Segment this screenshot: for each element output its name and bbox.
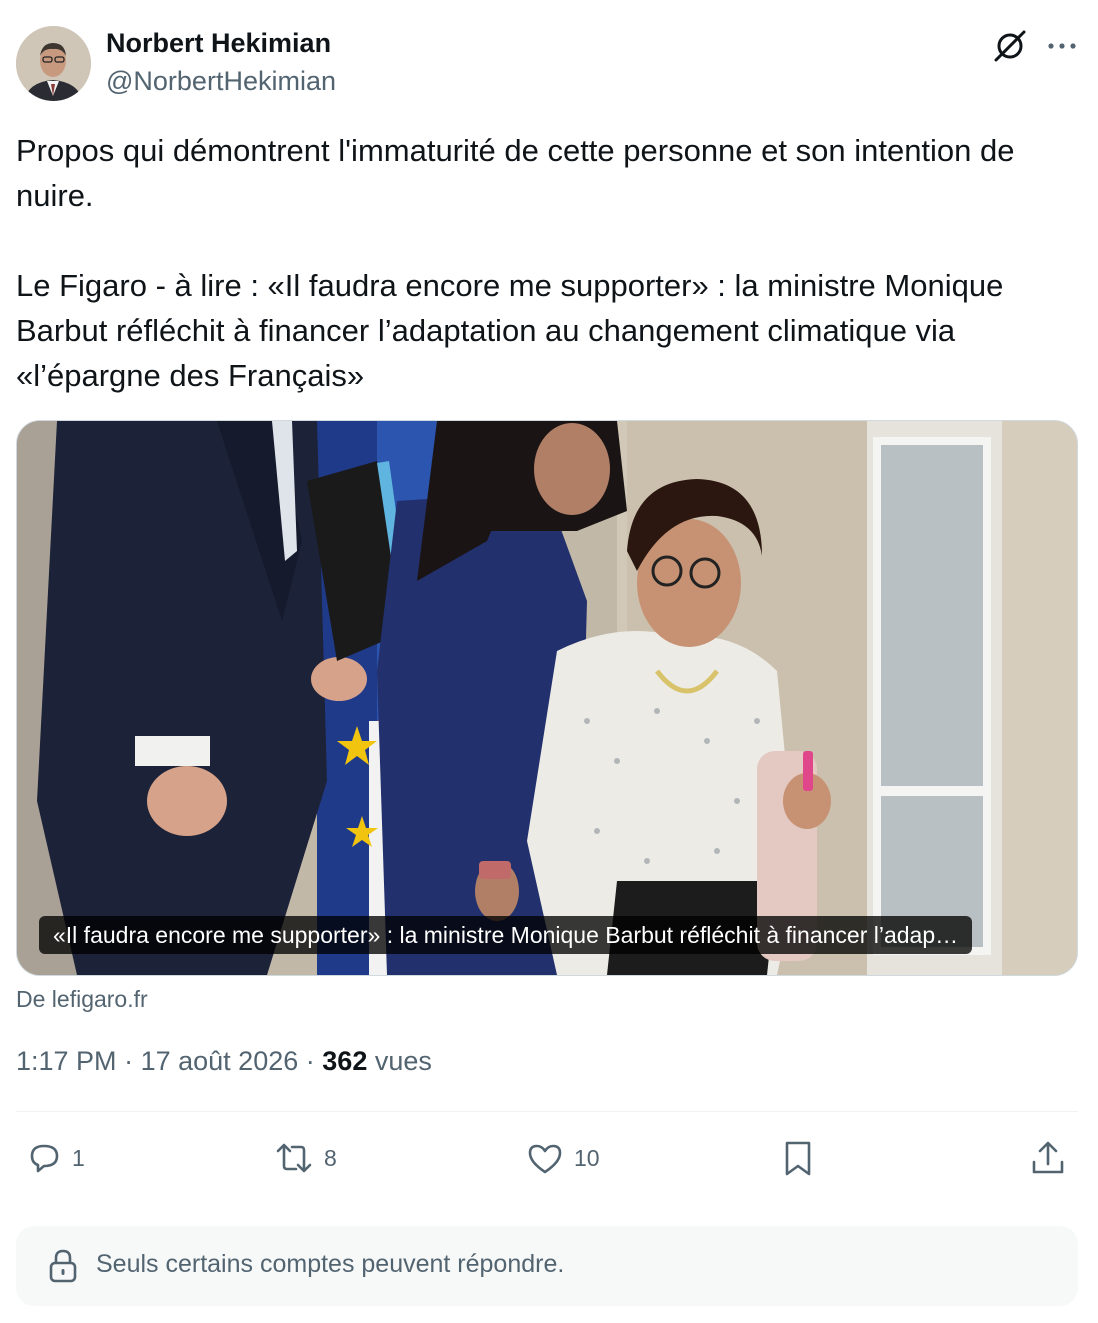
reply-count: 1 [72, 1144, 85, 1171]
card-caption[interactable]: «Il faudra encore me supporter» : la min… [39, 916, 973, 954]
tweet-text: Propos qui démontrent l'immaturité de ce… [16, 133, 1015, 393]
like-icon [528, 1144, 562, 1174]
bookmark-button[interactable] [778, 1138, 818, 1178]
tweet-date[interactable]: 17 août 2026 [141, 1046, 299, 1076]
repost-icon [276, 1143, 312, 1173]
share-button[interactable] [1028, 1138, 1068, 1178]
lock-icon [49, 1249, 77, 1283]
views-count: 362 [322, 1046, 368, 1076]
author-name[interactable]: Norbert Hekimian [106, 28, 331, 59]
link-card[interactable]: «Il faudra encore me supporter» : la min… [16, 420, 1078, 976]
tweet-metadata: 1:17 PM · 17 août 2026 · 362 vues [16, 1046, 432, 1077]
author-avatar[interactable] [16, 26, 91, 101]
card-source[interactable]: De lefigaro.fr [16, 986, 148, 1013]
reply-restriction-text: Seuls certains comptes peuvent répondre. [96, 1250, 565, 1278]
reply-icon [30, 1144, 59, 1173]
divider [16, 1111, 1078, 1112]
tweet-time[interactable]: 1:17 PM [16, 1046, 117, 1076]
bookmark-icon [785, 1141, 811, 1176]
grok-icon[interactable] [990, 26, 1030, 66]
share-icon [1032, 1141, 1064, 1174]
meta-separator: · [124, 1046, 134, 1076]
views-label: vues [374, 1046, 432, 1076]
repost-count: 8 [324, 1144, 337, 1171]
like-count: 10 [574, 1144, 600, 1171]
meta-separator: · [305, 1046, 315, 1076]
like-button[interactable]: 10 [524, 1138, 600, 1178]
reply-button[interactable]: 1 [24, 1138, 85, 1178]
more-icon[interactable] [1042, 26, 1082, 66]
repost-button[interactable]: 8 [272, 1138, 337, 1178]
author-handle[interactable]: @NorbertHekimian [106, 66, 336, 97]
reply-restriction-notice: Seuls certains comptes peuvent répondre. [16, 1226, 1078, 1306]
article-photo [17, 421, 1077, 975]
